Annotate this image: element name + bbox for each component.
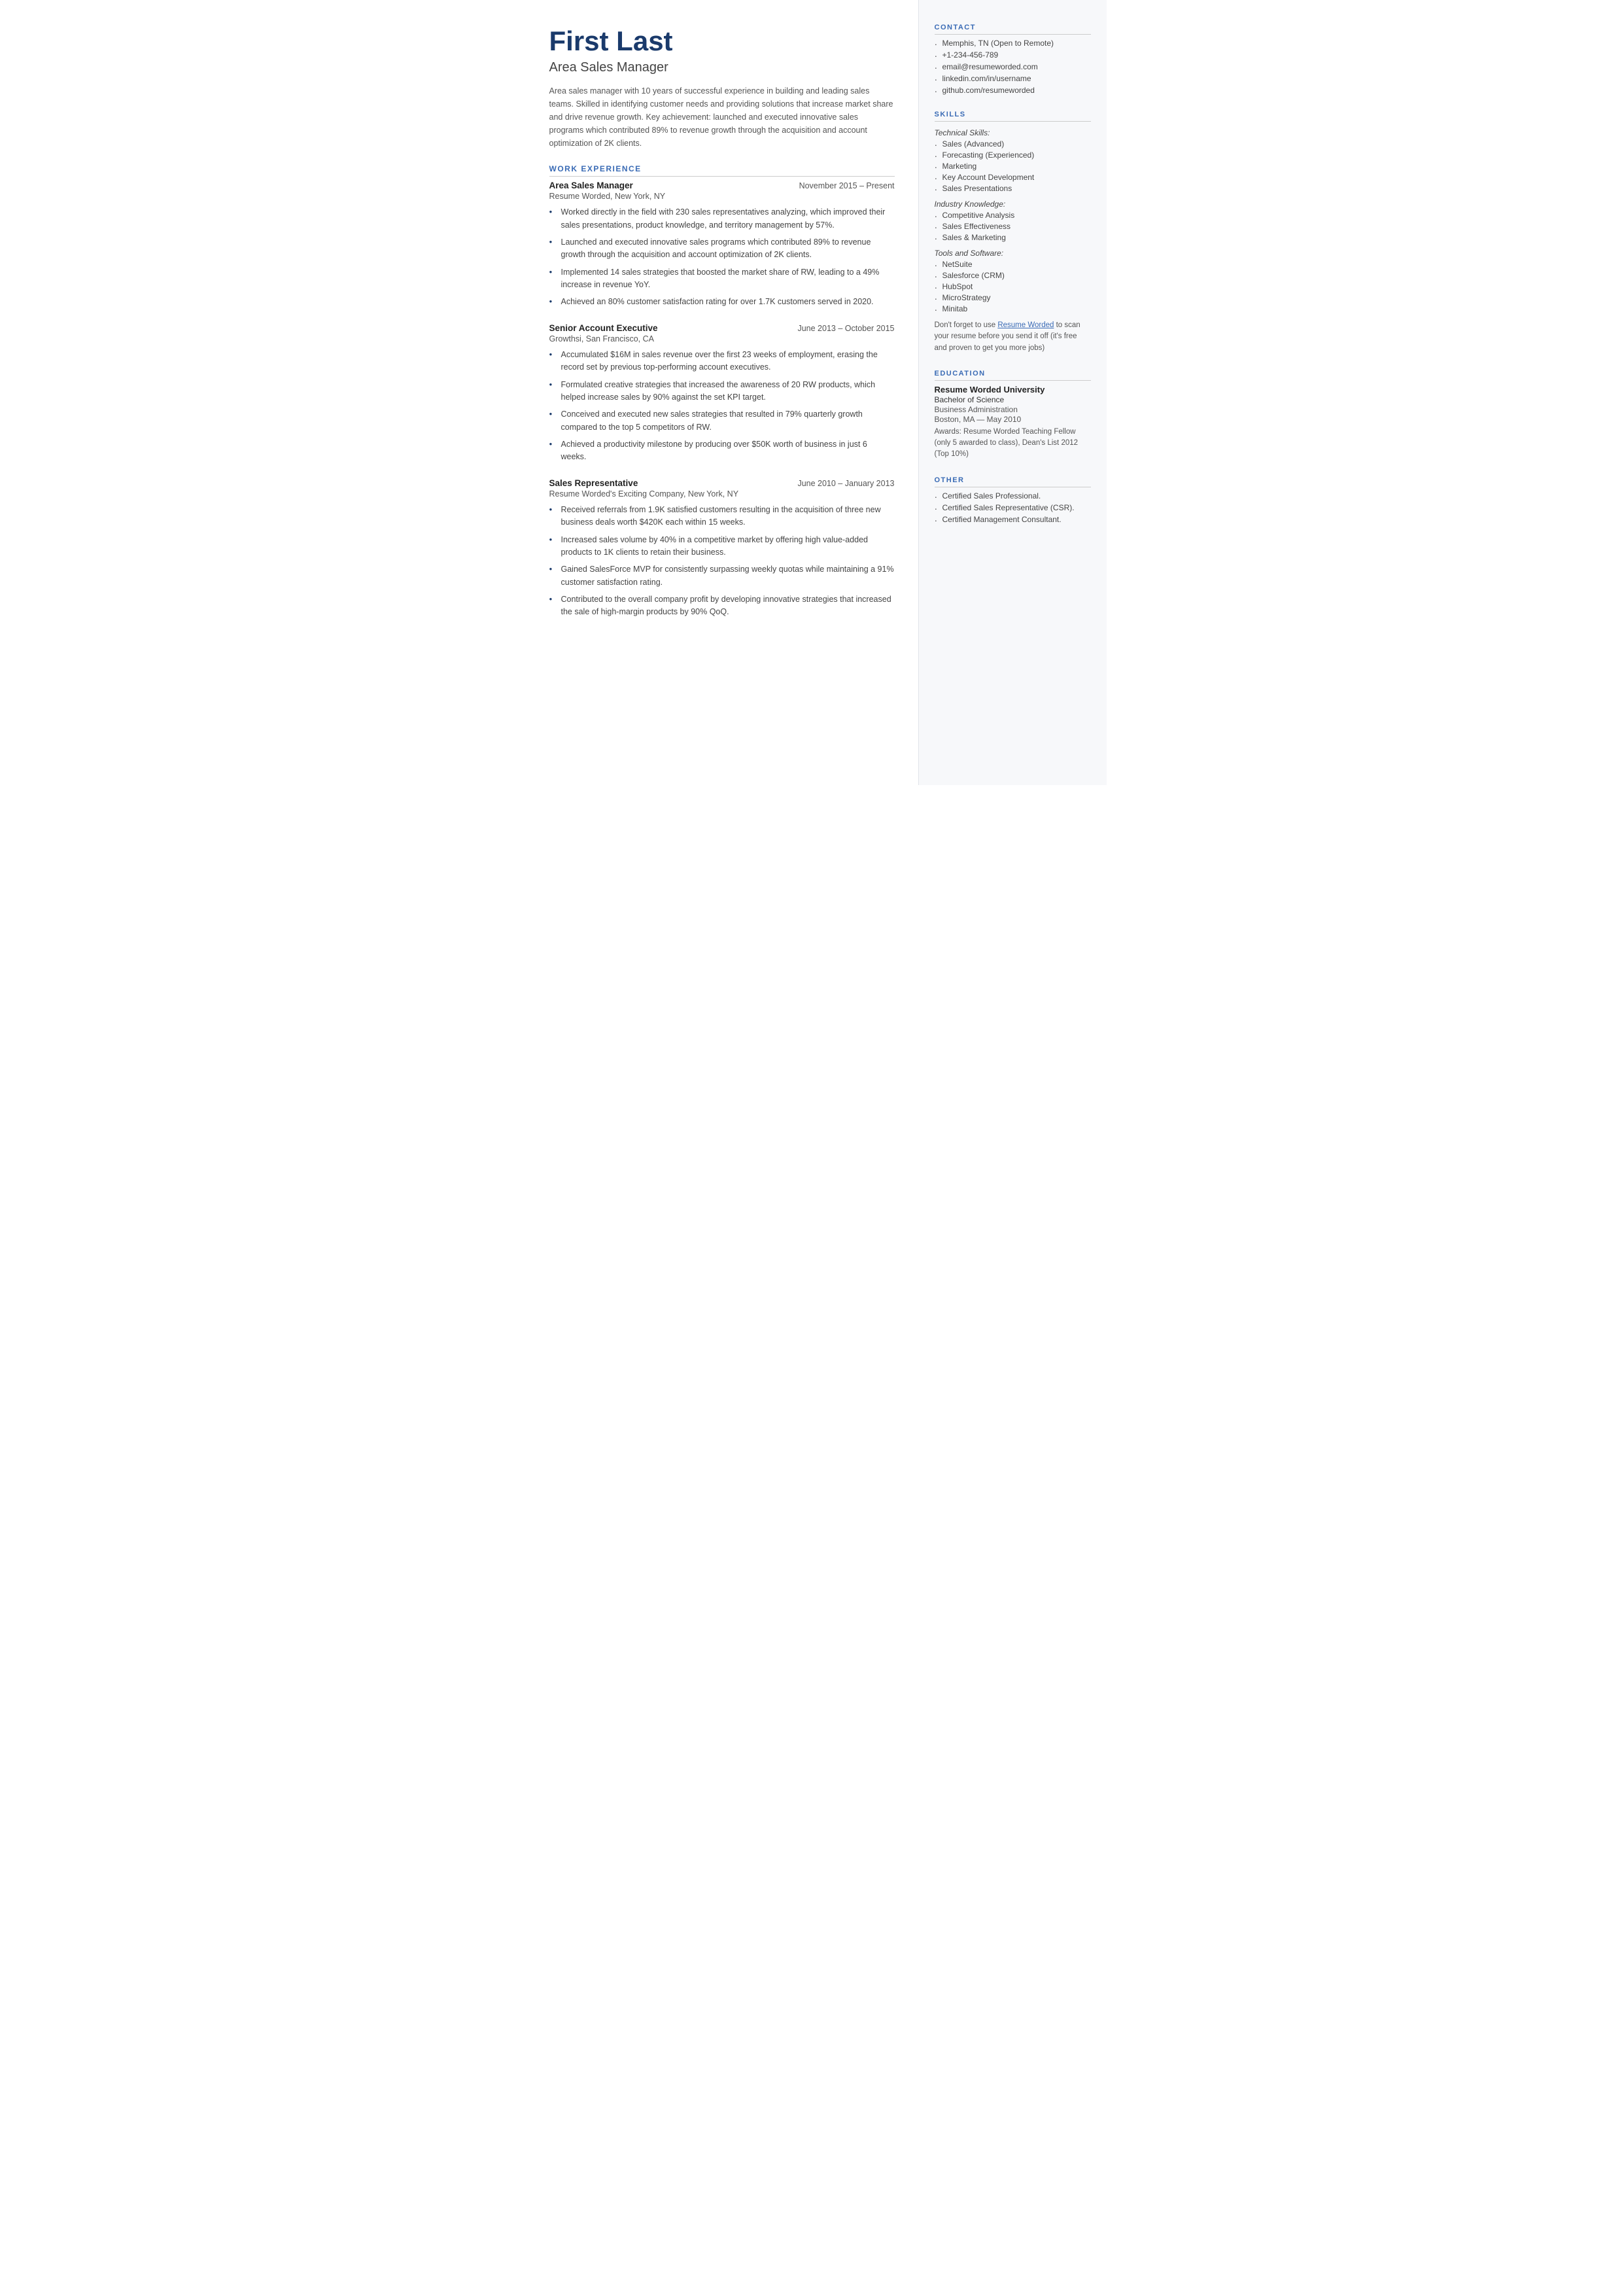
job-header-3: Sales Representative June 2010 – January… [549,478,895,488]
skills-list-industry: Competitive Analysis Sales Effectiveness… [935,211,1091,242]
left-column: First Last Area Sales Manager Area sales… [518,0,918,785]
skill-tool-0: NetSuite [935,260,1091,269]
job-dates-2: June 2013 – October 2015 [797,324,894,333]
bullet-3-3: Gained SalesForce MVP for consistently s… [549,563,895,589]
bullet-2-1: Accumulated $16M in sales revenue over t… [549,349,895,374]
skill-tech-0: Sales (Advanced) [935,139,1091,149]
skills-section-title: SKILLS [935,111,1091,122]
job-company-3: Resume Worded's Exciting Company, New Yo… [549,489,895,499]
contact-item-0: Memphis, TN (Open to Remote) [935,39,1091,48]
bullet-1-2: Launched and executed innovative sales p… [549,236,895,262]
edu-field: Business Administration [935,405,1091,414]
edu-location: Boston, MA — May 2010 [935,415,1091,424]
promo-link[interactable]: Resume Worded [997,321,1054,329]
candidate-name: First Last [549,26,895,56]
skill-ind-0: Competitive Analysis [935,211,1091,220]
job-title-1: Area Sales Manager [549,181,633,190]
job-title-2: Senior Account Executive [549,323,658,333]
job-block-2: Senior Account Executive June 2013 – Oct… [549,323,895,464]
other-section: OTHER Certified Sales Professional. Cert… [935,476,1091,524]
job-bullets-1: Worked directly in the field with 230 sa… [549,206,895,309]
other-section-title: OTHER [935,476,1091,487]
skill-tech-3: Key Account Development [935,173,1091,182]
candidate-title: Area Sales Manager [549,60,895,75]
job-block-1: Area Sales Manager November 2015 – Prese… [549,181,895,309]
skills-section: SKILLS Technical Skills: Sales (Advanced… [935,111,1091,354]
bullet-2-4: Achieved a productivity milestone by pro… [549,438,895,464]
job-title-3: Sales Representative [549,478,638,488]
contact-section: CONTACT Memphis, TN (Open to Remote) +1-… [935,24,1091,95]
right-column: CONTACT Memphis, TN (Open to Remote) +1-… [918,0,1107,785]
skills-list-tools: NetSuite Salesforce (CRM) HubSpot MicroS… [935,260,1091,313]
job-dates-3: June 2010 – January 2013 [797,479,894,488]
skill-tool-3: MicroStrategy [935,293,1091,302]
job-dates-1: November 2015 – Present [799,181,895,190]
job-header-1: Area Sales Manager November 2015 – Prese… [549,181,895,190]
bullet-2-2: Formulated creative strategies that incr… [549,379,895,404]
job-header-2: Senior Account Executive June 2013 – Oct… [549,323,895,333]
skill-tech-1: Forecasting (Experienced) [935,150,1091,160]
contact-item-3: linkedin.com/in/username [935,74,1091,83]
bullet-3-1: Received referrals from 1.9K satisfied c… [549,504,895,529]
candidate-summary: Area sales manager with 10 years of succ… [549,84,895,150]
education-section: EDUCATION Resume Worded University Bache… [935,370,1091,461]
skill-tool-1: Salesforce (CRM) [935,271,1091,280]
bullet-3-4: Contributed to the overall company profi… [549,593,895,619]
skill-tool-2: HubSpot [935,282,1091,291]
contact-item-2: email@resumeworded.com [935,62,1091,71]
other-item-1: Certified Sales Representative (CSR). [935,503,1091,512]
bullet-1-1: Worked directly in the field with 230 sa… [549,206,895,232]
edu-degree: Bachelor of Science [935,395,1091,404]
skill-ind-2: Sales & Marketing [935,233,1091,242]
education-section-title: EDUCATION [935,370,1091,381]
job-company-2: Growthsi, San Francisco, CA [549,334,895,343]
job-bullets-3: Received referrals from 1.9K satisfied c… [549,504,895,619]
skill-tool-4: Minitab [935,304,1091,313]
skills-cat-label-0: Technical Skills: [935,128,1091,137]
skill-tech-2: Marketing [935,162,1091,171]
job-block-3: Sales Representative June 2010 – January… [549,478,895,619]
bullet-1-4: Achieved an 80% customer satisfaction ra… [549,296,895,308]
skill-tech-4: Sales Presentations [935,184,1091,193]
edu-awards: Awards: Resume Worded Teaching Fellow (o… [935,427,1091,461]
job-company-1: Resume Worded, New York, NY [549,192,895,201]
other-list: Certified Sales Professional. Certified … [935,491,1091,524]
job-bullets-2: Accumulated $16M in sales revenue over t… [549,349,895,464]
other-item-2: Certified Management Consultant. [935,515,1091,524]
skills-cat-label-1: Industry Knowledge: [935,200,1091,209]
bullet-3-2: Increased sales volume by 40% in a compe… [549,534,895,559]
promo-note: Don't forget to use Resume Worded to sca… [935,320,1091,354]
work-experience-section: WORK EXPERIENCE Area Sales Manager Novem… [549,164,895,619]
edu-school: Resume Worded University [935,385,1091,394]
bullet-1-3: Implemented 14 sales strategies that boo… [549,266,895,292]
contact-section-title: CONTACT [935,24,1091,35]
skills-list-technical: Sales (Advanced) Forecasting (Experience… [935,139,1091,193]
skills-cat-label-2: Tools and Software: [935,249,1091,258]
contact-item-1: +1-234-456-789 [935,50,1091,60]
work-experience-section-title: WORK EXPERIENCE [549,164,895,177]
other-item-0: Certified Sales Professional. [935,491,1091,500]
bullet-2-3: Conceived and executed new sales strateg… [549,408,895,434]
contact-item-4: github.com/resumeworded [935,86,1091,95]
skill-ind-1: Sales Effectiveness [935,222,1091,231]
promo-text-before: Don't forget to use [935,321,998,329]
contact-list: Memphis, TN (Open to Remote) +1-234-456-… [935,39,1091,95]
